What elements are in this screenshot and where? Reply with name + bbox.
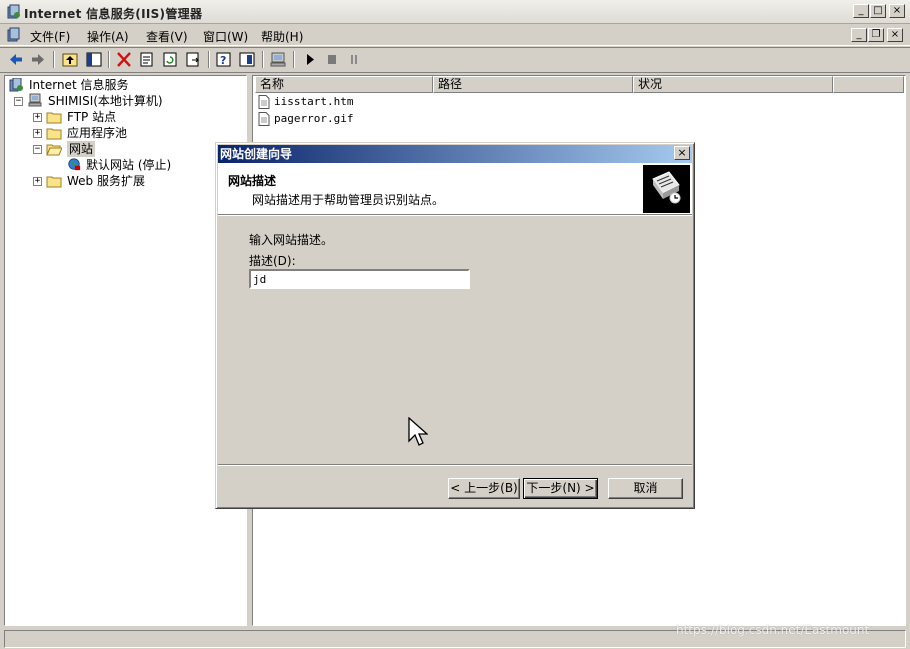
svg-text:?: ? [220, 54, 226, 67]
tree-item-default-site[interactable]: 默认网站 (停止) [86, 157, 171, 173]
menu-window[interactable]: 窗口(W) [203, 28, 248, 45]
maximize-button[interactable]: □ [870, 4, 886, 18]
menu-file[interactable]: 文件(F) [30, 28, 70, 45]
toolbar-separator [53, 51, 55, 68]
server-computer-icon [28, 93, 42, 107]
export-list-icon[interactable] [183, 50, 203, 69]
back-arrow-icon[interactable] [6, 50, 26, 69]
tree-item-web-extensions[interactable]: Web 服务扩展 [67, 173, 145, 189]
back-button[interactable]: < 上一步(B) [448, 478, 520, 499]
delete-icon[interactable] [114, 50, 134, 69]
pause-icon[interactable] [344, 50, 364, 69]
minimize-button[interactable]: _ [853, 4, 869, 18]
collapse-server-toggle[interactable]: − [14, 97, 23, 106]
window-title: Internet 信息服务(IIS)管理器 [24, 7, 203, 21]
description-input[interactable]: jd [249, 269, 470, 289]
forward-arrow-icon[interactable] [28, 50, 48, 69]
column-header-path[interactable]: 路径 [433, 76, 633, 93]
toolbar-separator [108, 51, 110, 68]
expand-web-ext-toggle[interactable]: + [33, 177, 42, 186]
column-header-name[interactable]: 名称 [255, 76, 433, 93]
tree-root[interactable]: Internet 信息服务 [29, 77, 128, 93]
menu-help[interactable]: 帮助(H) [261, 28, 303, 45]
mdi-document-icon [7, 27, 20, 42]
toolbar-separator [293, 51, 295, 68]
wizard-book-icon [643, 165, 690, 213]
toolbar-separator [262, 51, 264, 68]
open-folder-icon [46, 144, 62, 156]
description-label: 描述(D): [249, 254, 296, 268]
up-folder-icon[interactable] [60, 50, 80, 69]
list-item[interactable]: pagerror.gif [274, 111, 353, 127]
show-hide-tree-icon[interactable] [84, 50, 104, 69]
dialog-title: 网站创建向导 [220, 147, 293, 161]
dialog-subheading: 网站描述用于帮助管理员识别站点。 [252, 193, 445, 207]
properties-icon[interactable] [137, 50, 157, 69]
mdi-minimize-button[interactable]: _ [851, 28, 867, 42]
refresh-icon[interactable] [160, 50, 180, 69]
close-window-button[interactable]: × [889, 4, 905, 18]
folder-icon [46, 112, 62, 124]
dialog-prompt: 输入网站描述。 [249, 233, 334, 247]
mdi-close-button[interactable]: × [887, 28, 903, 42]
menu-view[interactable]: 查看(V) [146, 28, 188, 45]
menu-action[interactable]: 操作(A) [87, 28, 129, 45]
folder-icon [46, 176, 62, 188]
column-header-status[interactable]: 状况 [633, 76, 833, 93]
dialog-heading: 网站描述 [228, 174, 277, 188]
help-icon[interactable]: ? [214, 50, 234, 69]
tree-server[interactable]: SHIMISI(本地计算机) [48, 93, 163, 109]
mdi-restore-button[interactable]: ❐ [868, 28, 884, 42]
iis-app-icon [7, 4, 20, 19]
view-icon[interactable] [237, 50, 257, 69]
start-icon[interactable] [300, 50, 320, 69]
dialog-footer-divider-highlight [218, 465, 692, 466]
tree-item-app-pools[interactable]: 应用程序池 [67, 125, 127, 141]
collapse-websites-toggle[interactable]: − [33, 145, 42, 154]
dialog-header-divider [218, 215, 692, 216]
tree-item-websites[interactable]: 网站 [67, 141, 96, 157]
cancel-button[interactable]: 取消 [608, 478, 683, 499]
toolbar-separator [208, 51, 210, 68]
file-icon [258, 112, 270, 126]
tree-item-ftp[interactable]: FTP 站点 [67, 109, 116, 125]
list-item[interactable]: iisstart.htm [274, 94, 353, 110]
dialog-close-button[interactable]: × [674, 146, 690, 160]
website-globe-stopped-icon [68, 158, 81, 171]
expand-ftp-toggle[interactable]: + [33, 113, 42, 122]
expand-app-pools-toggle[interactable]: + [33, 129, 42, 138]
iis-root-icon [9, 78, 23, 92]
stop-icon[interactable] [322, 50, 342, 69]
mouse-cursor-icon [408, 417, 428, 446]
computer-icon[interactable] [268, 50, 288, 69]
folder-icon [46, 128, 62, 140]
next-button[interactable]: 下一步(N) > [523, 478, 598, 499]
menu-bar [0, 24, 910, 46]
watermark-text: https://blog.csdn.net/Eastmount [676, 623, 870, 637]
column-header-blank [833, 76, 904, 93]
file-icon [258, 95, 270, 109]
